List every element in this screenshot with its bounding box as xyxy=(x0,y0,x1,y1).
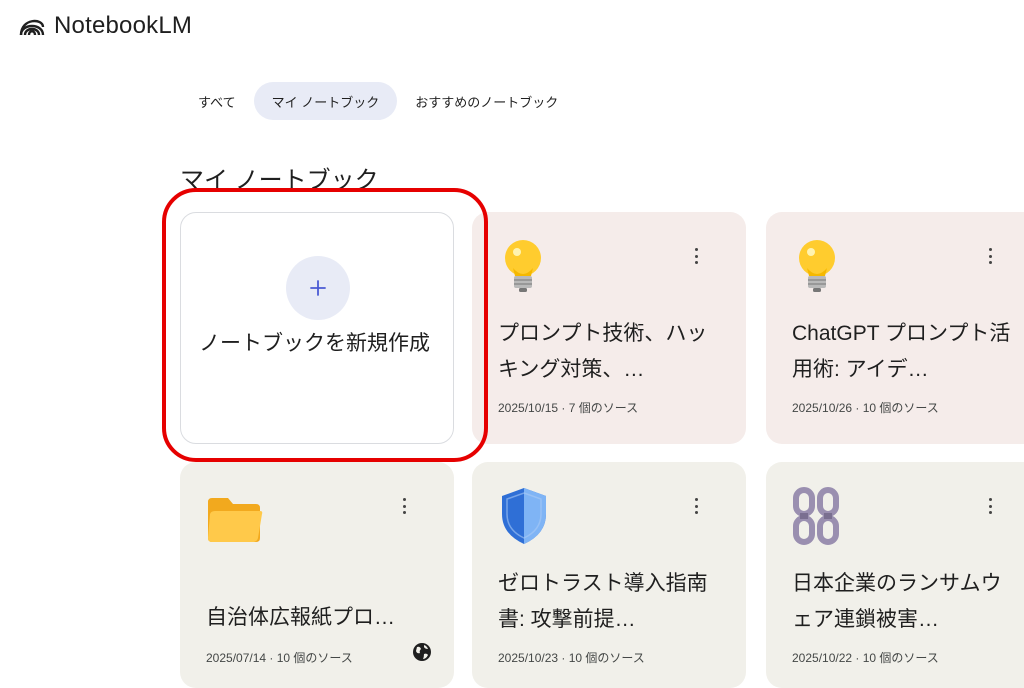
notebook-filter-tabs: すべて マイ ノートブック おすすめのノートブック xyxy=(180,82,576,120)
app-brand[interactable]: NotebookLM xyxy=(18,12,192,40)
create-notebook-card[interactable]: ノートブックを新規作成 xyxy=(180,212,454,444)
create-notebook-button[interactable] xyxy=(286,256,350,320)
notebook-more-options-button[interactable] xyxy=(986,248,994,264)
section-title: マイ ノートブック xyxy=(180,167,379,194)
tab-all[interactable]: すべて xyxy=(180,82,254,120)
notebook-meta: 2025/10/15 · 7 個のソース xyxy=(498,401,639,415)
notebook-more-options-button[interactable] xyxy=(692,248,700,264)
notebook-meta: 2025/10/22 · 10 個のソース xyxy=(792,651,939,665)
notebooklm-logo-icon xyxy=(19,19,45,36)
shield-icon xyxy=(502,488,546,544)
notebook-title: ゼロトラスト導入指南書: 攻撃前提… xyxy=(498,572,708,631)
notebook-card[interactable]: 自治体広報紙プロ… 2025/07/14 · 10 個のソース xyxy=(180,462,454,688)
notebook-meta: 2025/10/26 · 10 個のソース xyxy=(792,401,939,415)
notebook-more-options-button[interactable] xyxy=(692,498,700,514)
notebook-card[interactable]: プロンプト技術、ハッキング対策、… 2025/10/15 · 7 個のソース xyxy=(472,212,746,444)
tab-featured-notebooks[interactable]: おすすめのノートブック xyxy=(397,82,576,120)
notebook-title: 自治体広報紙プロ… xyxy=(206,606,395,629)
notebook-title: ChatGPT プロンプト活用術: アイデ… xyxy=(792,322,1011,381)
plus-icon xyxy=(310,280,326,296)
notebook-more-options-button[interactable] xyxy=(986,498,994,514)
notebook-card[interactable]: ゼロトラスト導入指南書: 攻撃前提… 2025/10/23 · 10 個のソース xyxy=(472,462,746,688)
chain-icon xyxy=(793,487,839,545)
notebook-title: 日本企業のランサムウェア連鎖被害… xyxy=(792,572,1002,631)
notebook-card[interactable]: ChatGPT プロンプト活用術: アイデ… 2025/10/26 · 10 個… xyxy=(766,212,1024,444)
lightbulb-icon xyxy=(799,240,835,292)
notebook-title: プロンプト技術、ハッキング対策、… xyxy=(498,322,708,381)
globe-icon xyxy=(413,643,431,661)
create-notebook-label: ノートブックを新規作成 xyxy=(199,332,430,355)
app-title: NotebookLM xyxy=(54,12,193,39)
tab-my-notebooks[interactable]: マイ ノートブック xyxy=(253,82,398,120)
lightbulb-icon xyxy=(505,240,541,292)
notebook-more-options-button[interactable] xyxy=(400,498,408,514)
folder-icon xyxy=(208,498,263,542)
notebook-meta: 2025/07/14 · 10 個のソース xyxy=(206,651,353,665)
notebook-meta: 2025/10/23 · 10 個のソース xyxy=(498,651,645,665)
notebook-card[interactable]: 日本企業のランサムウェア連鎖被害… 2025/10/22 · 10 個のソース xyxy=(766,462,1024,688)
